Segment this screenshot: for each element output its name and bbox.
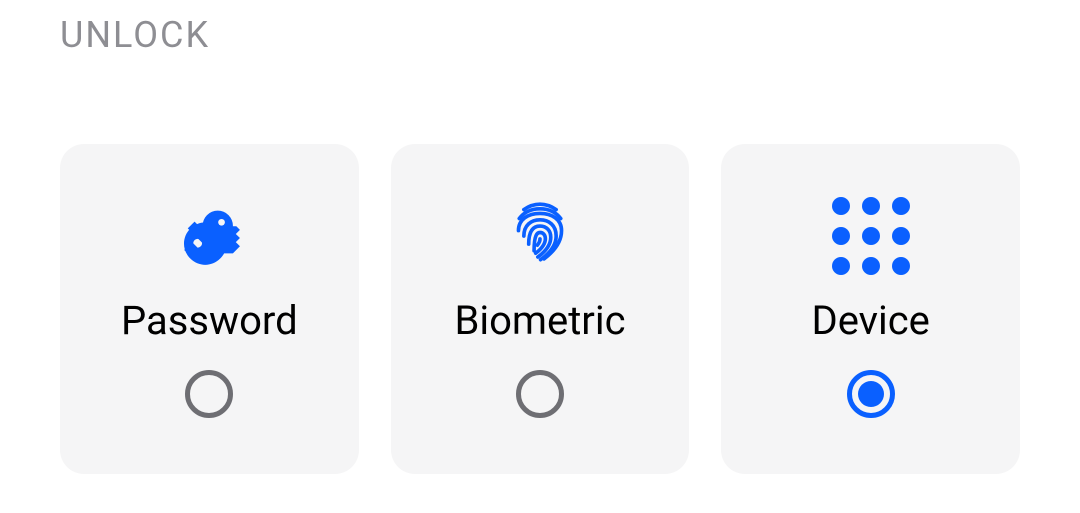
unlock-option-password[interactable]: Password (60, 144, 359, 474)
unlock-options-row: Password Biometric (0, 56, 1080, 474)
unlock-option-label: Password (121, 297, 298, 344)
radio-biometric[interactable] (516, 370, 564, 418)
radio-password[interactable] (185, 370, 233, 418)
section-header-unlock: UNLOCK (0, 0, 1080, 56)
unlock-option-label: Device (811, 297, 929, 344)
unlock-option-device[interactable]: Device (721, 144, 1020, 474)
unlock-option-biometric[interactable]: Biometric (391, 144, 690, 474)
fingerprint-icon (505, 201, 575, 271)
key-icon (174, 201, 244, 271)
dialpad-icon (836, 201, 906, 271)
unlock-option-label: Biometric (454, 297, 625, 344)
radio-device[interactable] (847, 370, 895, 418)
